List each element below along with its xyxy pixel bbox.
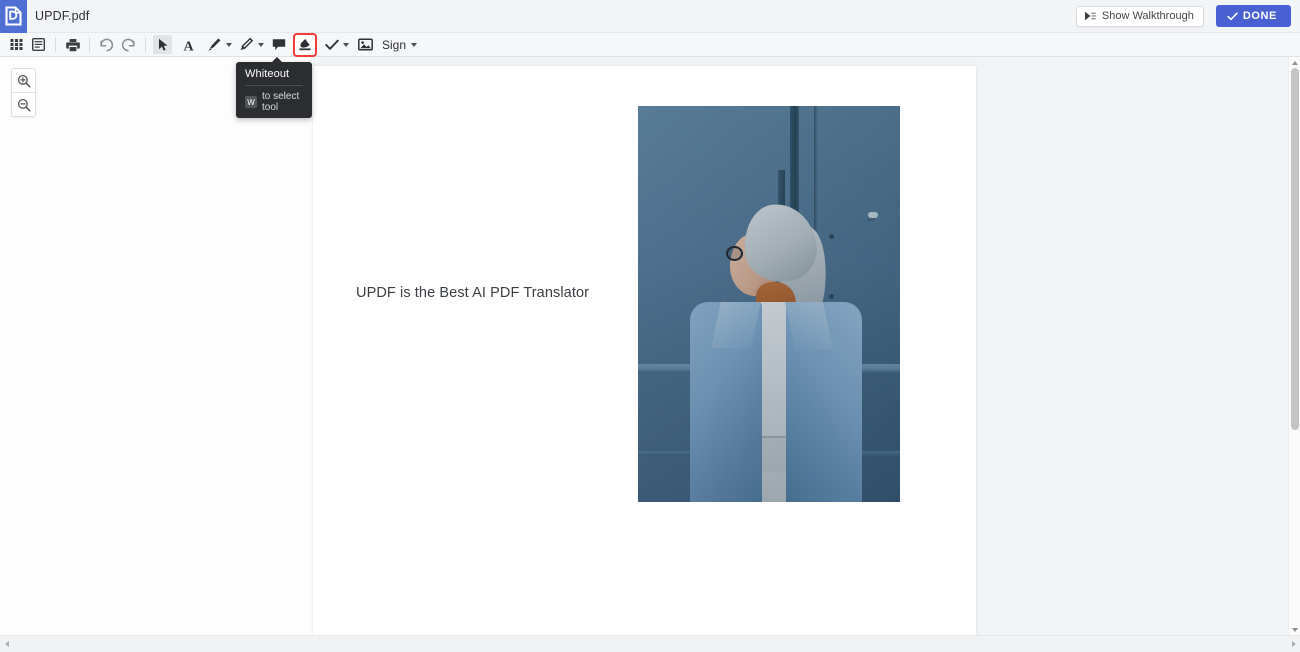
done-button[interactable]: DONE [1215, 5, 1291, 27]
zoom-controls [11, 68, 36, 117]
scroll-up-arrow-icon[interactable] [1289, 57, 1300, 68]
photo-bolt [829, 234, 834, 239]
undo-button[interactable] [97, 35, 116, 54]
vertical-scrollbar-thumb[interactable] [1291, 68, 1299, 430]
stamp-options-caret[interactable] [341, 35, 351, 54]
sign-menu-button[interactable]: Sign [379, 35, 420, 54]
horizontal-scrollbar[interactable] [0, 635, 1300, 652]
sticky-note-button[interactable] [269, 35, 288, 54]
toolbar-divider [89, 37, 90, 52]
chevron-down-icon [258, 42, 264, 47]
tooltip-arrow [272, 57, 282, 62]
chevron-down-icon [343, 42, 349, 47]
svg-text:A: A [183, 39, 194, 52]
pdf-page[interactable]: UPDF is the Best AI PDF Translator [313, 66, 976, 635]
print-button[interactable] [63, 35, 82, 54]
pencil-tool-button[interactable] [237, 35, 256, 54]
toolbar-divider [145, 37, 146, 52]
pencil-options-caret[interactable] [256, 35, 266, 54]
document-title: UPDF.pdf [35, 9, 90, 23]
done-label: DONE [1242, 10, 1277, 22]
highlight-options-caret[interactable] [224, 35, 234, 54]
pdf-page-text[interactable]: UPDF is the Best AI PDF Translator [356, 285, 589, 301]
select-tool-button[interactable] [153, 35, 172, 54]
tooltip-shortcut: W to select tool [236, 91, 312, 113]
text-tool-button[interactable]: A [179, 35, 198, 54]
walkthrough-flag-icon [1084, 11, 1096, 21]
chevron-down-icon [226, 42, 232, 47]
scroll-left-arrow-icon[interactable] [0, 636, 13, 652]
scroll-right-arrow-icon[interactable] [1287, 636, 1300, 652]
stamp-check-button[interactable] [322, 35, 341, 54]
whiteout-tool-button[interactable] [293, 32, 317, 57]
show-walkthrough-label: Show Walkthrough [1101, 10, 1194, 22]
tooltip-title: Whiteout [245, 68, 290, 80]
shortcut-key-badge: W [245, 96, 257, 108]
sign-label: Sign [382, 37, 407, 52]
check-icon [1227, 11, 1238, 21]
toolbar-divider [55, 37, 56, 52]
updf-editor-window: UPDF.pdf Show Walkthrough DONE A Sign Wh… [0, 0, 1300, 652]
vertical-scrollbar[interactable] [1288, 57, 1300, 635]
show-walkthrough-button[interactable]: Show Walkthrough [1075, 5, 1204, 27]
page-list-button[interactable] [29, 35, 48, 54]
title-bar: UPDF.pdf Show Walkthrough DONE [0, 0, 1300, 33]
tooltip-divider [245, 85, 303, 86]
zoom-out-button[interactable] [12, 93, 35, 117]
redo-button[interactable] [119, 35, 138, 54]
woman-in-denim-jacket-photo[interactable] [638, 106, 900, 502]
whiteout-tooltip: Whiteout W to select tool [236, 57, 312, 118]
shortcut-description: to select tool [262, 91, 300, 113]
scroll-down-arrow-icon[interactable] [1289, 624, 1300, 635]
chevron-down-icon [411, 42, 418, 47]
photo-bolt [829, 294, 834, 299]
highlight-tool-button[interactable] [205, 35, 224, 54]
thumbnails-grid-button[interactable] [7, 35, 26, 54]
annotation-toolbar: A Sign [0, 32, 1300, 57]
titlebar-actions: Show Walkthrough DONE [1075, 5, 1300, 27]
pdf-canvas-area[interactable]: UPDF is the Best AI PDF Translator [313, 57, 1288, 635]
zoom-in-button[interactable] [12, 69, 35, 93]
image-tool-button[interactable] [354, 35, 376, 54]
updf-document-logo-icon [0, 0, 27, 33]
left-pane [0, 57, 313, 635]
photo-wall-hook [868, 212, 878, 218]
editor-workspace: UPDF is the Best AI PDF Translator [0, 57, 1300, 635]
